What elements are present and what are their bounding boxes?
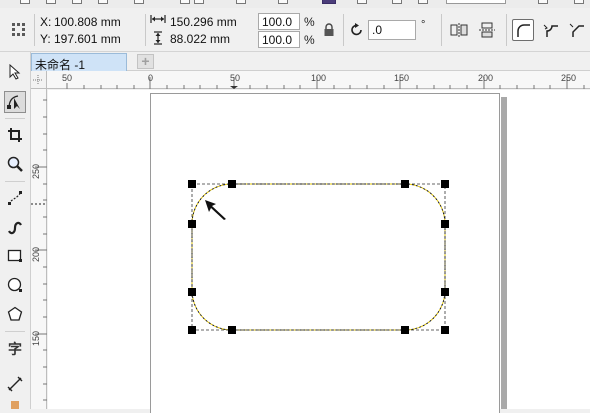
scale-y-field[interactable]: 100.0 (258, 31, 300, 48)
chamfered-corner-icon[interactable] (566, 19, 588, 41)
y-position-field[interactable]: 197.601 mm (54, 32, 121, 46)
horizontal-ruler[interactable]: 50 0 50 100 150 200 250 (47, 71, 590, 89)
toolbar-paste-icon[interactable] (194, 0, 204, 4)
parallel-dimension-tool-button[interactable] (4, 374, 26, 396)
ruler-origin-icon (33, 75, 43, 85)
lock-ratio-icon[interactable] (318, 19, 340, 41)
freehand-tool-icon (7, 190, 23, 209)
rotate-icon (346, 19, 368, 41)
mirror-horizontal-icon[interactable] (448, 19, 470, 41)
height-arrows-icon (150, 30, 166, 46)
ruler-label: 100 (311, 73, 327, 83)
document-tab-bar: 未命名 -1 + (31, 52, 590, 72)
ruler-label: 250 (31, 163, 41, 179)
toolbar-new-icon[interactable] (20, 0, 30, 4)
drawing-canvas[interactable] (48, 90, 590, 413)
pick-tool-icon (8, 63, 22, 83)
polygon-tool-icon (7, 306, 23, 325)
ruler-label: 150 (31, 330, 41, 346)
pick-tool-button[interactable] (4, 62, 26, 84)
crop-tool-button[interactable] (4, 125, 26, 147)
ruler-label: 200 (31, 246, 41, 262)
ellipse-tool-icon (7, 277, 23, 296)
bounding-box (191, 183, 446, 331)
ruler-label: 50 (62, 73, 73, 83)
ruler-label: 250 (561, 73, 577, 83)
separator (5, 181, 25, 182)
shape-outline[interactable] (191, 183, 446, 331)
y-label: Y: (40, 32, 51, 46)
toolbar-export-icon[interactable] (392, 0, 402, 4)
shape-tool-icon (6, 92, 24, 113)
zoom-level-field[interactable] (446, 0, 506, 4)
shape-tool-button[interactable] (4, 91, 26, 113)
mouse-cursor-icon (205, 200, 226, 220)
height-field[interactable]: 88.022 mm (170, 32, 230, 46)
percent-symbol: % (304, 33, 315, 47)
toolbar-open-icon[interactable] (46, 0, 56, 4)
width-arrows-icon (148, 12, 168, 26)
toolbar-import-icon[interactable] (357, 0, 367, 4)
text-tool-button[interactable]: 字 (4, 338, 26, 360)
toolbar-save-icon[interactable] (72, 0, 82, 4)
toolbar-redo-icon[interactable] (278, 0, 288, 4)
parallel-dimension-icon (7, 376, 23, 395)
vertical-ruler[interactable]: 250 200 150 (31, 89, 47, 409)
ellipse-tool-button[interactable] (4, 275, 26, 297)
freehand-tool-button[interactable] (4, 188, 26, 210)
ruler-label: 200 (478, 73, 494, 83)
toolbox: 字 (0, 52, 31, 409)
mirror-vertical-icon[interactable] (476, 19, 498, 41)
toolbar-launcher-icon[interactable] (322, 0, 336, 4)
document-tab[interactable]: 未命名 -1 (31, 53, 127, 72)
toolbar-cut-icon[interactable] (134, 0, 144, 4)
separator (343, 14, 344, 46)
ruler-label: 150 (394, 73, 410, 83)
separator (506, 14, 507, 46)
toolbar-print-icon[interactable] (98, 0, 108, 4)
scale-x-field[interactable]: 100.0 (258, 13, 300, 30)
ruler-origin[interactable] (31, 71, 47, 89)
separator (5, 118, 25, 119)
toolbar-more-icon[interactable] (574, 0, 584, 4)
toolbar-options-icon[interactable] (538, 0, 548, 4)
property-bar: X: 100.808 mm Y: 197.601 mm 150.296 mm 8… (0, 8, 590, 52)
rotation-field[interactable]: .0 (368, 20, 416, 40)
rectangle-tool-button[interactable] (4, 246, 26, 268)
separator (34, 14, 35, 46)
polygon-tool-button[interactable] (4, 304, 26, 326)
ruler-label: 50 (230, 73, 241, 83)
width-field[interactable]: 150.296 mm (170, 15, 237, 29)
rectangle-tool-icon (7, 249, 23, 266)
toolbar-undo-icon[interactable] (236, 0, 246, 4)
crop-tool-icon (7, 127, 23, 146)
degree-symbol: ° (421, 19, 426, 31)
toolbar-copy-icon[interactable] (180, 0, 190, 4)
shape-outline-highlight (191, 183, 446, 331)
separator (145, 14, 146, 46)
standard-toolbar (0, 0, 590, 8)
new-document-tab-button[interactable]: + (137, 54, 154, 69)
percent-symbol: % (304, 15, 315, 29)
artistic-media-tool-button[interactable] (4, 217, 26, 239)
zoom-tool-icon (7, 156, 23, 175)
ruler-label: 0 (148, 73, 154, 83)
scalloped-corner-icon[interactable] (540, 19, 562, 41)
toolbar-publish-icon[interactable] (418, 0, 428, 4)
grip-icon (11, 22, 27, 38)
zoom-tool-button[interactable] (4, 154, 26, 176)
round-corner-icon[interactable] (512, 19, 534, 41)
x-position-field[interactable]: 100.808 mm (54, 15, 121, 29)
artistic-media-icon (7, 219, 23, 238)
fill-tool-icon[interactable] (11, 401, 19, 409)
text-tool-icon: 字 (8, 341, 22, 357)
x-label: X: (40, 15, 52, 29)
selected-rounded-rectangle[interactable] (48, 90, 590, 409)
separator (441, 14, 442, 46)
separator (5, 331, 25, 332)
